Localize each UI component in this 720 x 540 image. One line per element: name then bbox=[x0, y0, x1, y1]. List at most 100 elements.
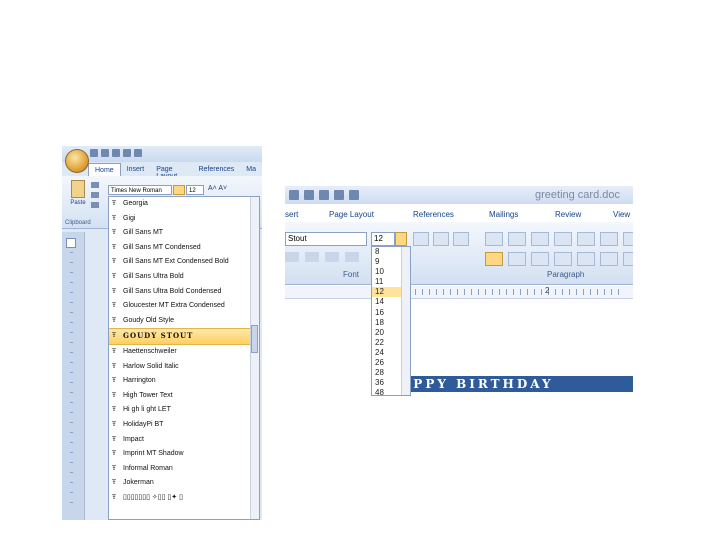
paste-button[interactable]: Paste bbox=[67, 180, 89, 214]
font-item-label: Gill Sans MT Condensed bbox=[123, 243, 201, 251]
list-buttons bbox=[485, 232, 633, 246]
truetype-icon: Ŧ bbox=[112, 479, 117, 487]
clear-format-icon[interactable] bbox=[453, 232, 469, 246]
align-right-icon[interactable] bbox=[531, 252, 549, 266]
show-marks-icon[interactable] bbox=[623, 232, 633, 246]
preview-icon[interactable] bbox=[123, 149, 131, 157]
font-item[interactable]: Ŧ Jokerman bbox=[109, 476, 259, 491]
preview-icon[interactable] bbox=[304, 190, 314, 200]
font-item-selected[interactable]: Ŧ GOUDY STOUT bbox=[109, 328, 259, 345]
font-item[interactable]: Ŧ Gill Sans MT bbox=[109, 226, 259, 241]
title-bar bbox=[62, 146, 262, 162]
font-buttons bbox=[413, 232, 469, 246]
justify-icon[interactable] bbox=[554, 252, 572, 266]
font-name-combo[interactable]: Stout bbox=[285, 232, 367, 246]
title-bar: greeting card.doc bbox=[285, 186, 633, 204]
tab-references[interactable]: References bbox=[413, 210, 454, 219]
open-icon[interactable] bbox=[349, 190, 359, 200]
font-list-scrollbar[interactable] bbox=[250, 197, 259, 519]
font-size-combo[interactable]: 12 bbox=[186, 185, 204, 195]
truetype-icon: Ŧ bbox=[112, 435, 117, 443]
print-icon[interactable] bbox=[289, 190, 299, 200]
clipboard-small-buttons bbox=[91, 182, 101, 212]
increase-indent-icon[interactable] bbox=[577, 232, 595, 246]
new-document-icon[interactable] bbox=[334, 190, 344, 200]
font-item-label: GOUDY STOUT bbox=[123, 331, 194, 341]
tab-sert[interactable]: sert bbox=[285, 210, 298, 219]
shading-icon[interactable] bbox=[600, 252, 618, 266]
font-item[interactable]: Ŧ Informal Roman bbox=[109, 462, 259, 477]
horizontal-ruler: 2 bbox=[285, 286, 633, 299]
font-item-label: Harlow Solid Italic bbox=[123, 362, 179, 370]
font-dropdown-screenshot: HomeInsertPage LayoutReferencesMa Paste … bbox=[62, 146, 262, 520]
size-list-scrollbar[interactable] bbox=[401, 247, 410, 395]
font-item[interactable]: Ŧ Hi gh li ght LET bbox=[109, 403, 259, 418]
grow-shrink-font-buttons[interactable]: A˄ A˅ bbox=[208, 185, 227, 192]
truetype-icon: Ŧ bbox=[112, 420, 117, 428]
tab-page-layout[interactable]: Page Layout bbox=[329, 210, 374, 219]
align-center-icon[interactable] bbox=[508, 252, 526, 266]
align-left-icon[interactable] bbox=[485, 252, 503, 266]
font-item[interactable]: Ŧ Georgia bbox=[109, 197, 259, 212]
font-item[interactable]: Ŧ High Tower Text bbox=[109, 389, 259, 404]
font-item[interactable]: Ŧ Gill Sans Ultra Bold bbox=[109, 270, 259, 285]
line-spacing-icon[interactable] bbox=[577, 252, 595, 266]
font-item-label: Imprint MT Shadow bbox=[123, 450, 184, 458]
subscript-icon[interactable] bbox=[325, 252, 339, 262]
font-item-label: Gill Sans MT Ext Condensed Bold bbox=[123, 258, 229, 266]
truetype-icon: Ŧ bbox=[112, 316, 117, 324]
font-item[interactable]: Ŧ Harlow Solid Italic bbox=[109, 360, 259, 375]
sort-icon[interactable] bbox=[600, 232, 618, 246]
copy-icon[interactable] bbox=[91, 192, 99, 198]
spelling-icon[interactable] bbox=[319, 190, 329, 200]
undo-icon[interactable] bbox=[101, 149, 109, 157]
font-item[interactable]: Ŧ Gill Sans MT Condensed bbox=[109, 241, 259, 256]
font-size-combo[interactable]: 12 bbox=[371, 232, 395, 246]
scrollbar-thumb[interactable] bbox=[251, 325, 258, 353]
tab-review[interactable]: Review bbox=[555, 210, 581, 219]
tab-selector[interactable] bbox=[66, 238, 76, 248]
multilevel-list-icon[interactable] bbox=[531, 232, 549, 246]
truetype-icon: Ŧ bbox=[112, 200, 117, 207]
font-size-dropdown-arrow[interactable] bbox=[395, 232, 407, 246]
font-group-label: Font bbox=[343, 270, 360, 279]
borders-icon[interactable] bbox=[623, 252, 633, 266]
font-item[interactable]: Ŧ Impact bbox=[109, 433, 259, 448]
print-icon[interactable] bbox=[112, 149, 120, 157]
font-item-label: Harrington bbox=[123, 377, 156, 385]
truetype-icon: Ŧ bbox=[112, 229, 117, 237]
cut-icon[interactable] bbox=[91, 182, 99, 188]
superscript-icon[interactable] bbox=[345, 252, 359, 262]
font-item[interactable]: Ŧ Gigi bbox=[109, 212, 259, 227]
font-item[interactable]: Ŧ Haettenschweiler bbox=[109, 345, 259, 360]
new-document-icon[interactable] bbox=[134, 149, 142, 157]
strikethrough-icon[interactable] bbox=[305, 252, 319, 262]
tab-view[interactable]: View bbox=[613, 210, 630, 219]
font-item[interactable]: Ŧ ▯▯▯▯▯▯▯ ✧▯▯ ▯✦ ▯ bbox=[109, 491, 259, 506]
font-name-combo[interactable]: Times New Roman bbox=[108, 185, 172, 195]
format-painter-icon[interactable] bbox=[91, 202, 99, 208]
font-item-label: Gigi bbox=[123, 214, 136, 222]
vertical-ruler bbox=[62, 232, 85, 520]
grow-font-icon[interactable] bbox=[413, 232, 429, 246]
numbering-icon[interactable] bbox=[508, 232, 526, 246]
font-item[interactable]: Ŧ Goudy Old Style bbox=[109, 314, 259, 329]
ribbon-home: Stout 12 Font Paragraph bbox=[285, 222, 633, 285]
shrink-font-icon[interactable] bbox=[433, 232, 449, 246]
decrease-indent-icon[interactable] bbox=[554, 232, 572, 246]
font-item[interactable]: Ŧ Gill Sans MT Ext Condensed Bold bbox=[109, 255, 259, 270]
truetype-icon: Ŧ bbox=[112, 287, 117, 295]
save-icon[interactable] bbox=[90, 149, 98, 157]
bullets-icon[interactable] bbox=[485, 232, 503, 246]
font-size-list: 891011121416182022242628364872 bbox=[371, 246, 411, 396]
font-name-dropdown-arrow[interactable] bbox=[173, 185, 185, 195]
font-item[interactable]: Ŧ Gloucester MT Extra Condensed bbox=[109, 299, 259, 314]
underline-icon[interactable] bbox=[285, 252, 299, 262]
font-item[interactable]: Ŧ Gill Sans Ultra Bold Condensed bbox=[109, 285, 259, 300]
document-banner-text: APPY BIRTHDAY bbox=[397, 376, 633, 392]
font-item[interactable]: Ŧ Harrington bbox=[109, 374, 259, 389]
office-button[interactable] bbox=[65, 149, 89, 173]
font-item[interactable]: Ŧ HolidayPi BT bbox=[109, 418, 259, 433]
font-item[interactable]: Ŧ Imprint MT Shadow bbox=[109, 447, 259, 462]
tab-mailings[interactable]: Mailings bbox=[489, 210, 518, 219]
